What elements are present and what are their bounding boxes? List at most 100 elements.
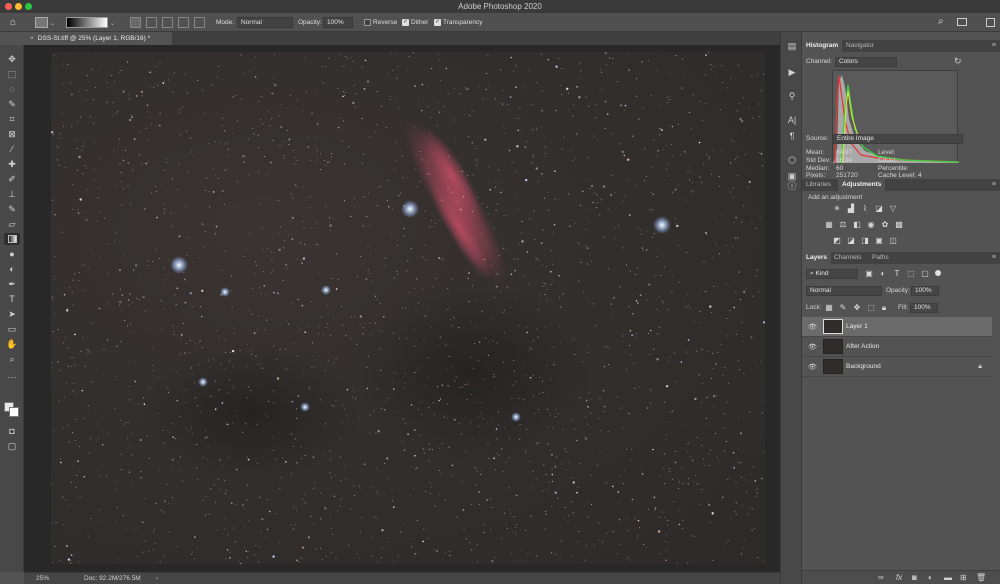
threshold-icon[interactable]: ◨ [860,236,870,246]
add-mask-icon[interactable]: ◙ [912,573,917,582]
close-tab-icon[interactable]: × [30,35,34,42]
clone-stamp-tool-icon[interactable]: ⊥ [4,188,20,200]
layer-row[interactable]: 👁︎ Layer 1 [802,317,992,337]
hand-tool-icon[interactable]: ✋ [4,338,20,350]
source-select[interactable]: Entire Image [833,134,963,144]
channel-select[interactable]: Colors [835,57,897,67]
home-icon[interactable]: ⌂ [10,17,22,28]
reflected-gradient-button[interactable] [178,17,189,28]
photo-filter-icon[interactable]: ◉ [866,220,876,230]
eye-icon[interactable]: 👁︎ [808,363,817,371]
gradient-preview[interactable] [66,17,108,28]
blur-tool-icon[interactable]: ● [4,248,20,260]
3d-panel-icon[interactable]: ⬡ [785,154,799,166]
filter-adjustment-icon[interactable]: ◐ [878,269,888,279]
color-balance-icon[interactable]: ⚖ [838,220,848,230]
lock-all-icon[interactable]: 🔒︎ [879,303,889,313]
filter-smart-object-icon[interactable]: ▢ [920,269,930,279]
filter-shape-icon[interactable]: ⬚ [906,269,916,279]
canvas-area[interactable] [24,45,780,572]
lock-artboard-icon[interactable]: ⬚ [866,303,876,313]
background-color-swatch[interactable] [9,407,19,417]
blend-mode-select[interactable]: Normal [806,286,882,296]
move-tool-icon[interactable]: ✥ [4,53,20,65]
gradient-tool-icon[interactable] [4,233,20,245]
transparency-checkbox[interactable] [434,18,441,26]
crop-tool-icon[interactable]: ⌗ [4,113,20,125]
radial-gradient-button[interactable] [146,17,157,28]
healing-brush-tool-icon[interactable]: ✚ [4,158,20,170]
zoom-tool-icon[interactable]: ⌕ [4,353,20,365]
dither-checkbox[interactable] [402,18,409,26]
eye-icon[interactable]: 👁︎ [808,343,817,351]
history-panel-icon[interactable]: ▤ [785,40,799,52]
lock-position-icon[interactable]: ✥ [852,303,862,313]
hue-saturation-icon[interactable]: ▦ [824,220,834,230]
tool-preset-picker[interactable] [35,17,48,28]
tab-paths[interactable]: Paths [868,252,893,264]
eyedropper-tool-icon[interactable]: ⁄ [4,143,20,155]
refresh-icon[interactable]: ↻ [954,56,962,67]
tab-navigator[interactable]: Navigator [842,40,878,52]
status-chevron-icon[interactable]: › [156,576,158,582]
tab-adjustments[interactable]: Adjustments [838,179,886,191]
more-tools-icon[interactable]: ··· [4,371,20,383]
history-brush-tool-icon[interactable]: ✎ [4,203,20,215]
chevron-down-icon[interactable]: ⌄ [50,20,55,27]
diamond-gradient-button[interactable] [194,17,205,28]
layer-row[interactable]: 👁︎ Background 🔒︎ [802,357,992,377]
character-panel-icon[interactable]: A| [785,114,799,126]
panel-menu-icon[interactable]: ≡ [992,181,996,188]
lock-transparent-icon[interactable]: ▦ [824,303,834,313]
vibrance-icon[interactable]: ▽ [888,204,898,214]
fill-input[interactable]: 100% [910,303,938,313]
eye-icon[interactable]: 👁︎ [808,323,817,331]
eraser-tool-icon[interactable]: ▱ [4,218,20,230]
brightness-contrast-icon[interactable]: ☀ [832,204,842,214]
angle-gradient-button[interactable] [162,17,173,28]
selective-color-icon[interactable]: ▣ [874,236,884,246]
panel-menu-icon[interactable]: ≡ [992,42,996,49]
layer-row[interactable]: 👁︎ After Action [802,337,992,357]
posterize-icon[interactable]: ◪ [846,236,856,246]
filter-toggle-icon[interactable] [935,270,941,276]
trash-icon[interactable]: 🗑︎ [976,573,986,582]
clone-source-icon[interactable]: ⚲ [785,90,799,102]
brush-tool-icon[interactable]: ✐ [4,173,20,185]
lock-image-icon[interactable]: ✎ [838,303,848,313]
paragraph-panel-icon[interactable]: ¶ [785,130,799,142]
path-selection-tool-icon[interactable]: ➤ [4,308,20,320]
mode-select[interactable]: Normal [237,17,293,28]
opacity-input[interactable]: 100% [323,17,353,28]
panel-menu-icon[interactable]: ≡ [992,254,996,261]
document-tab[interactable]: × DSS-St.tiff @ 25% (Layer 1, RGB/16) * [24,32,172,45]
tab-layers[interactable]: Layers [802,252,831,264]
quick-mask-icon[interactable]: ◘ [4,425,20,437]
layer-filter-select[interactable]: ⌕ Kind [806,269,858,279]
marquee-tool-icon[interactable]: ⬚ [4,68,20,80]
search-icon[interactable]: ⌕ [938,16,944,27]
type-tool-icon[interactable]: T [4,293,20,305]
layer-opacity-input[interactable]: 100% [911,286,939,296]
curves-icon[interactable]: ⌇ [860,204,870,214]
tab-libraries[interactable]: Libraries [802,179,835,191]
reverse-checkbox[interactable] [364,19,371,26]
shape-tool-icon[interactable]: ▭ [4,323,20,335]
workspace-icon[interactable] [957,18,967,26]
tab-channels[interactable]: Channels [830,252,865,264]
pen-tool-icon[interactable]: ✒ [4,278,20,290]
frame-tool-icon[interactable]: ⊠ [4,128,20,140]
link-layers-icon[interactable]: ∞ [878,573,884,582]
quick-selection-tool-icon[interactable]: ✎ [4,98,20,110]
new-adjustment-layer-icon[interactable]: ◐ [928,573,933,582]
share-icon[interactable] [986,18,995,27]
tab-histogram[interactable]: Histogram [802,40,843,52]
astro-image[interactable] [51,52,765,564]
new-layer-icon[interactable]: ⊞ [960,573,967,582]
layer-style-icon[interactable]: fx [896,573,902,582]
filter-pixel-icon[interactable]: ▣ [864,269,874,279]
lasso-tool-icon[interactable]: ◌ [4,83,20,95]
levels-icon[interactable]: ▟ [846,204,856,214]
new-group-icon[interactable]: ▬ [944,573,952,582]
gradient-map-icon[interactable]: ◫ [888,236,898,246]
